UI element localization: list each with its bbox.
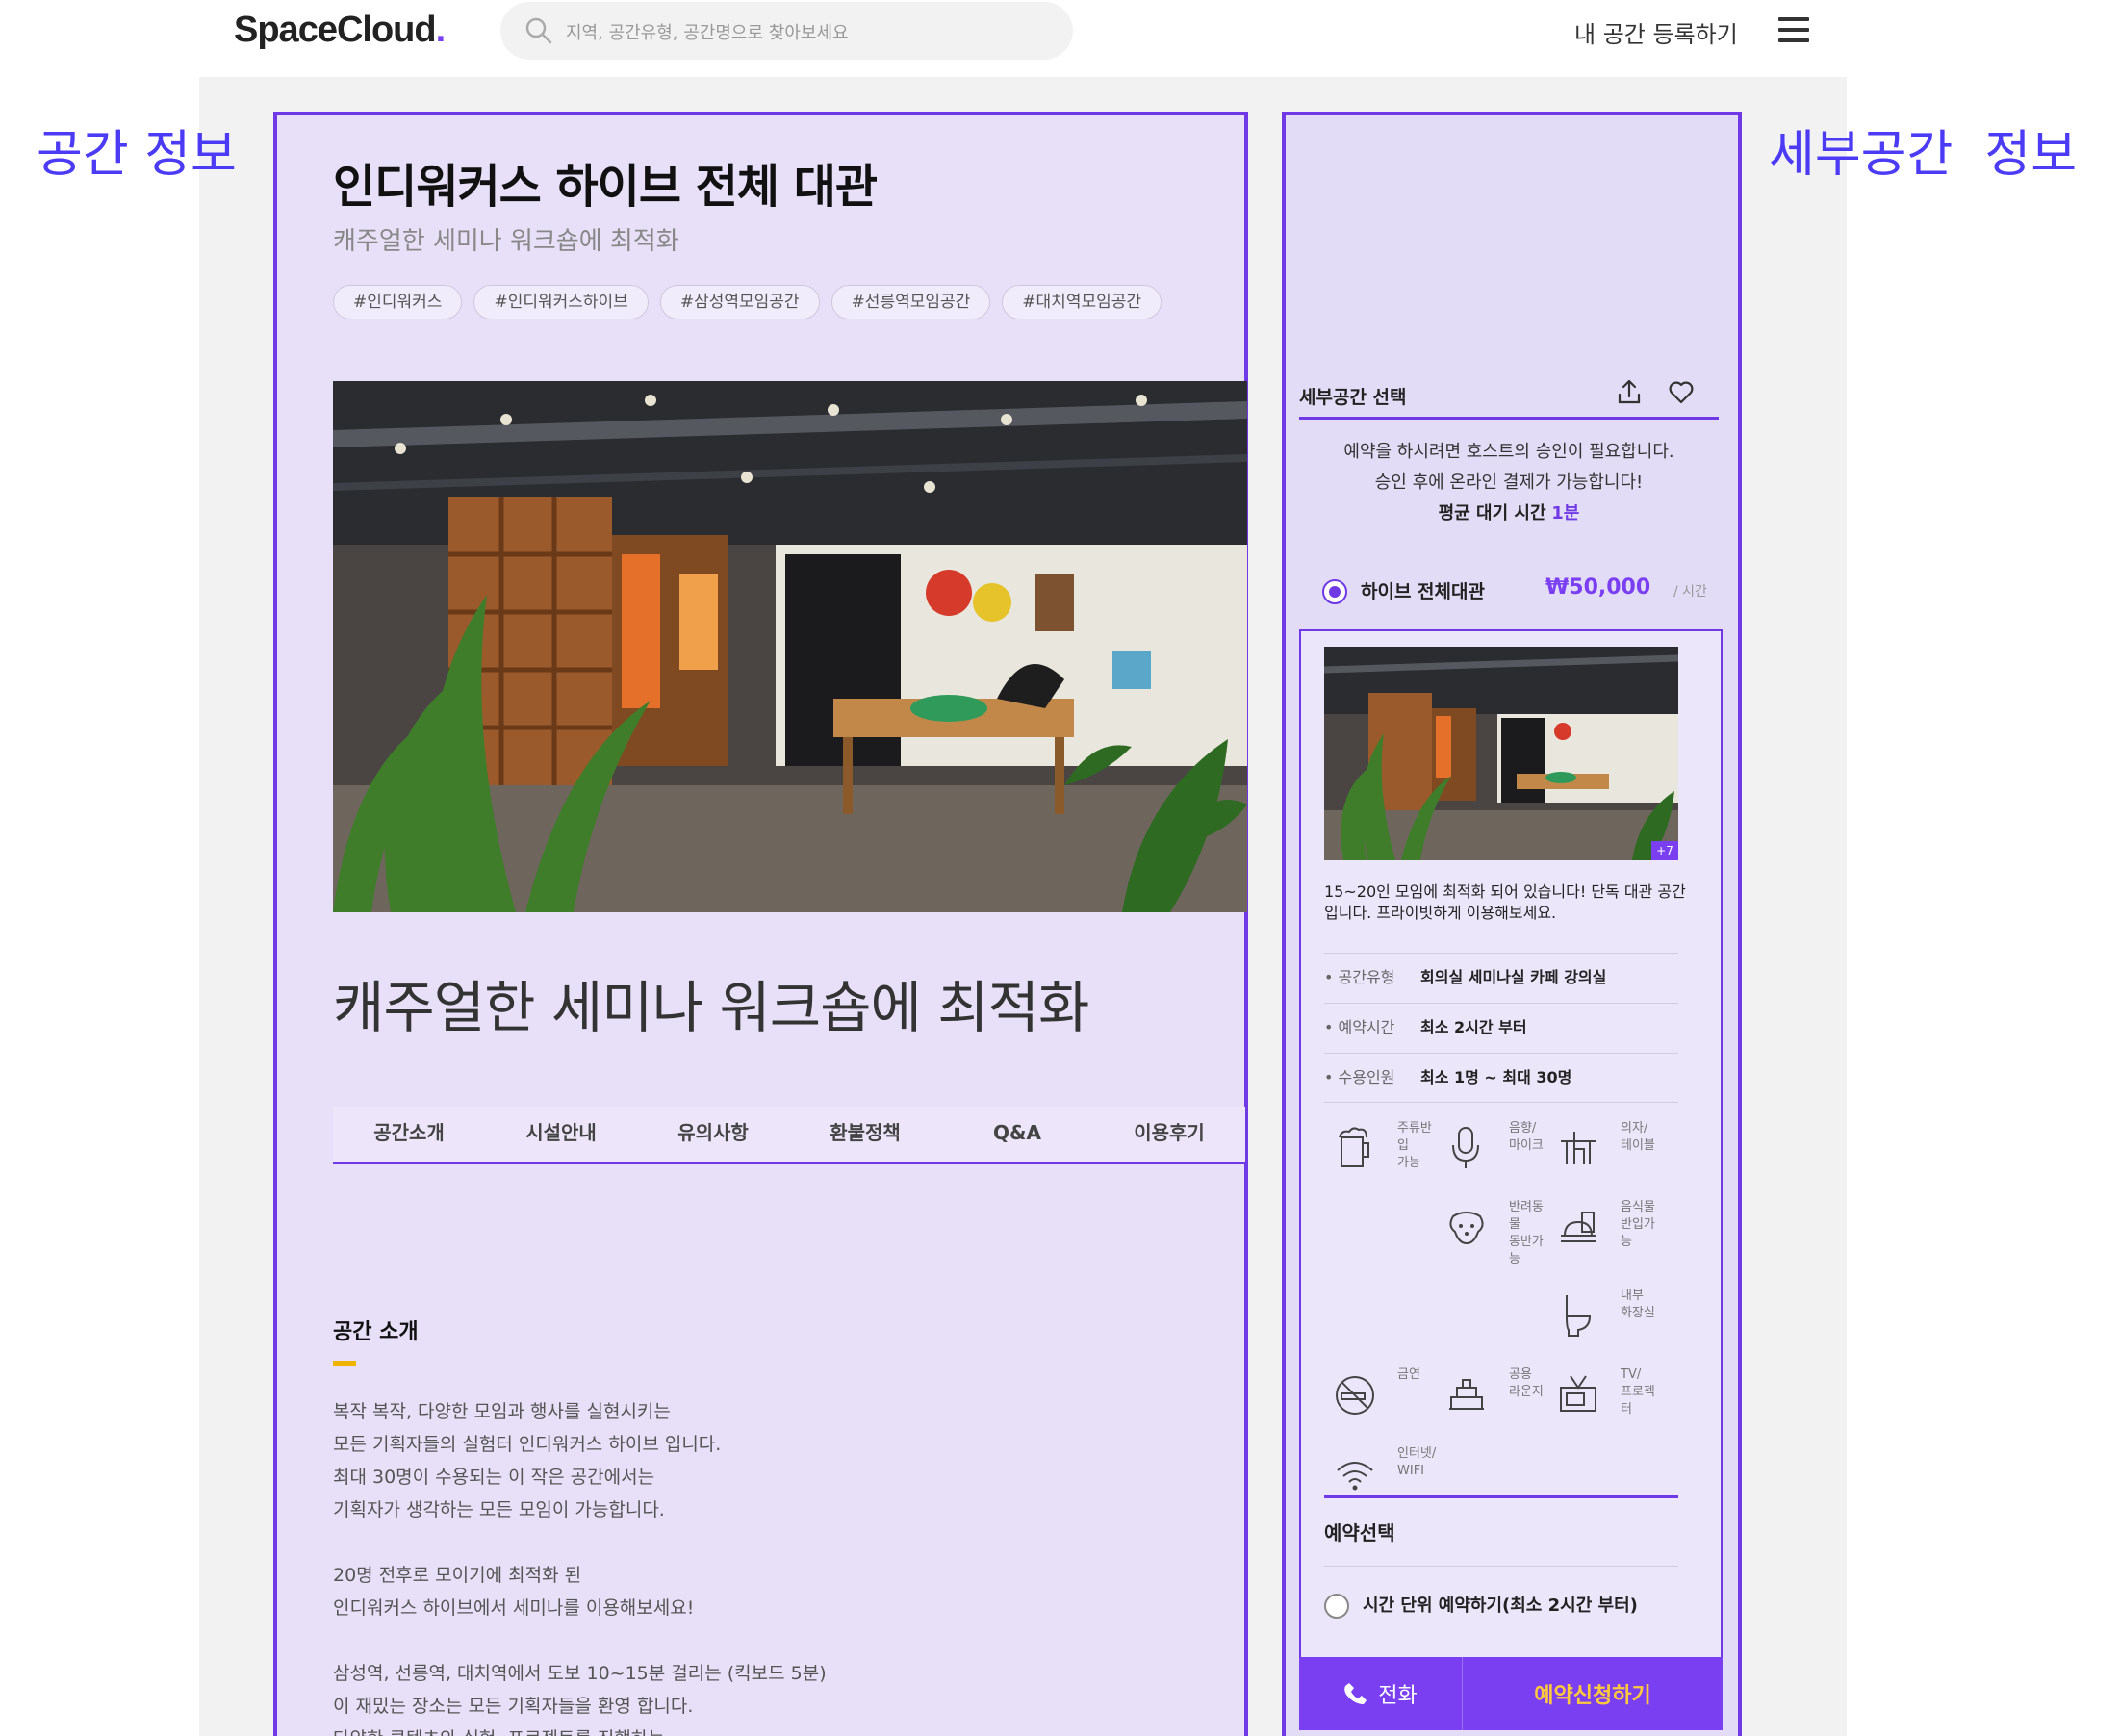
facility-label: 인터넷/ WIFI (1397, 1446, 1437, 1478)
reservation-title: 예약선택 (1324, 1521, 1395, 1545)
lounge-icon (1449, 1379, 1484, 1410)
search-icon (525, 17, 552, 44)
action-bar: 전화 예약신청하기 (1299, 1657, 1723, 1730)
logo-text: SpaceCloud (234, 10, 437, 50)
tab-refund[interactable]: 환불정책 (789, 1107, 941, 1162)
option-description: 15~20인 모임에 최적화 되어 있습니다! 단독 대관 공간 입니다. 프라… (1324, 882, 1686, 922)
section-underline (333, 1361, 356, 1366)
reservation-header: 예약선택 (1324, 1495, 1678, 1567)
space-photo-illustration (333, 381, 1247, 912)
tag[interactable]: #선릉역모임공간 (830, 285, 991, 319)
tab-reviews[interactable]: 이용후기 (1093, 1107, 1245, 1162)
detail-select-header: 세부공간 선택 (1299, 373, 1719, 420)
facility-item: 음식물 반입가 능 (1557, 1199, 1711, 1266)
option-unit: / 시간 (1673, 584, 1707, 600)
phone-icon (1344, 1683, 1367, 1704)
beer-icon (1339, 1127, 1369, 1167)
info-value: 최소 2시간 부터 (1420, 1018, 1527, 1036)
facility-label: 내부 화장실 (1621, 1289, 1655, 1320)
tab-qna[interactable]: Q&A (941, 1107, 1093, 1162)
reservation-option[interactable]: 시간 단위 예약하기(최소 2시간 부터) (1324, 1590, 1690, 1622)
call-button[interactable]: 전화 (1299, 1657, 1463, 1730)
facility-item: TV/ 프로젝 터 (1557, 1366, 1711, 1434)
tab-intro[interactable]: 공간소개 (333, 1107, 485, 1162)
tag-list: #인디워커스 #인디워커스하이브 #삼성역모임공간 #선릉역모임공간 #대치역모… (333, 285, 1162, 319)
hamburger-menu-icon[interactable] (1778, 17, 1809, 44)
approval-notice: 예약을 하시려면 호스트의 승인이 필요합니다. 승인 후에 온라인 결제가 가… (1299, 437, 1719, 529)
facility-label: 의자/ 테이블 (1621, 1121, 1655, 1153)
share-icon[interactable] (1615, 377, 1644, 406)
facility-item: 내부 화장실 (1557, 1288, 1711, 1355)
microphone-icon (1452, 1127, 1479, 1168)
space-info-panel: 인디워커스 하이브 전체 대관 캐주얼한 세미나 워크숍에 최적화 #인디워커스… (273, 112, 1248, 1736)
option-radio[interactable] (1322, 579, 1347, 604)
tag[interactable]: #삼성역모임공간 (659, 285, 820, 319)
detail-space-info-label: 세부공간 정보 (1769, 126, 2078, 184)
tv-icon (1560, 1375, 1596, 1412)
notice-line: 예약을 하시려면 호스트의 승인이 필요합니다. (1343, 442, 1674, 462)
top-header: SpaceCloud. 지역, 공간유형, 공간명으로 찾아보세요 내 공간 등… (0, 0, 2120, 75)
page: SpaceCloud. 지역, 공간유형, 공간명으로 찾아보세요 내 공간 등… (0, 0, 2120, 1736)
call-label: 전화 (1378, 1684, 1418, 1708)
option-photo-illustration (1324, 647, 1678, 860)
facility-label: TV/ 프로젝 터 (1621, 1367, 1655, 1417)
page-subtitle: 캐주얼한 세미나 워크숍에 최적화 (333, 227, 679, 256)
headline-text: 캐주얼한 세미나 워크숍에 최적화 (333, 975, 1089, 1040)
info-row-capacity: • 수용인원 최소 1명 ~ 최대 30명 (1324, 1053, 1678, 1103)
facility-label: 음식물 반입가 능 (1621, 1200, 1655, 1249)
info-row-type: • 공간유형 회의실 세미나실 카페 강의실 (1324, 953, 1678, 1003)
info-row-time: • 예약시간 최소 2시간 부터 (1324, 1003, 1678, 1053)
reservation-option-label: 시간 단위 예약하기(최소 2시간 부터) (1363, 1596, 1638, 1616)
search-bar[interactable]: 지역, 공간유형, 공간명으로 찾아보세요 (500, 2, 1073, 60)
detail-select-title: 세부공간 선택 (1299, 387, 1407, 408)
logo[interactable]: SpaceCloud. (234, 10, 447, 51)
tag[interactable]: #인디워커스하이브 (473, 285, 649, 319)
search-input[interactable]: 지역, 공간유형, 공간명으로 찾아보세요 (566, 19, 849, 44)
space-option[interactable]: 하이브 전체대관 ₩50,000 / 시간 (1322, 575, 1707, 610)
register-space-link[interactable]: 내 공간 등록하기 (1574, 15, 1738, 49)
notice-line: 승인 후에 온라인 결제가 가능합니다! (1374, 472, 1644, 493)
book-button[interactable]: 예약신청하기 (1463, 1657, 1723, 1730)
page-title: 인디워커스 하이브 전체 대관 (333, 160, 878, 214)
wait-time-value: 1분 (1551, 503, 1580, 523)
section-tabs: 공간소개 시설안내 유의사항 환불정책 Q&A 이용후기 (333, 1107, 1245, 1164)
space-photo[interactable] (333, 381, 1247, 912)
info-key: • 공간유형 (1324, 968, 1395, 986)
info-key: • 수용인원 (1324, 1068, 1395, 1086)
toilet-icon (1566, 1295, 1592, 1337)
intro-section-title: 공간 소개 (333, 1320, 419, 1344)
table-chair-icon (1561, 1132, 1596, 1164)
option-photo[interactable]: +7 (1324, 647, 1678, 860)
facility-label: 금연 (1397, 1367, 1420, 1382)
food-icon (1561, 1212, 1596, 1242)
intro-body-text: 복작 복작, 다양한 모임과 행사를 실현시키는 모든 기획자들의 실험터 인디… (333, 1401, 827, 1736)
heart-icon[interactable] (1667, 377, 1696, 406)
option-detail-box: +7 15~20인 모임에 최적화 되어 있습니다! 단독 대관 공간 입니다.… (1299, 629, 1723, 1659)
info-key: • 예약시간 (1324, 1018, 1395, 1036)
no-smoking-icon (1336, 1376, 1374, 1415)
tag[interactable]: #대치역모임공간 (1002, 285, 1162, 319)
option-price: ₩50,000 (1545, 575, 1651, 600)
facility-label: 주류반 입 가능 (1397, 1121, 1432, 1170)
wait-time-label: 평균 대기 시간 (1438, 503, 1546, 523)
facility-label: 반려동 물 동반가 능 (1509, 1200, 1544, 1266)
info-value: 회의실 세미나실 카페 강의실 (1420, 968, 1607, 986)
option-name: 하이브 전체대관 (1361, 581, 1485, 602)
pet-icon (1449, 1211, 1484, 1245)
logo-dot: . (435, 10, 447, 50)
tag[interactable]: #인디워커스 (333, 285, 463, 319)
space-info-label: 공간 정보 (37, 126, 237, 184)
tab-notes[interactable]: 유의사항 (637, 1107, 789, 1162)
facility-label: 음향/ 마이크 (1509, 1121, 1544, 1153)
detail-space-panel: 세부공간 선택 예약을 하시려면 호스트의 승인이 필요합니다. 승인 후에 온… (1282, 112, 1742, 1736)
wifi-icon (1337, 1462, 1373, 1491)
tab-facilities[interactable]: 시설안내 (485, 1107, 637, 1162)
reservation-radio[interactable] (1324, 1594, 1349, 1619)
facility-item: 의자/ 테이블 (1557, 1120, 1711, 1187)
facility-label: 공용 라운지 (1509, 1367, 1544, 1399)
photo-count-badge: +7 (1651, 841, 1678, 860)
info-value: 최소 1명 ~ 최대 30명 (1420, 1068, 1572, 1086)
